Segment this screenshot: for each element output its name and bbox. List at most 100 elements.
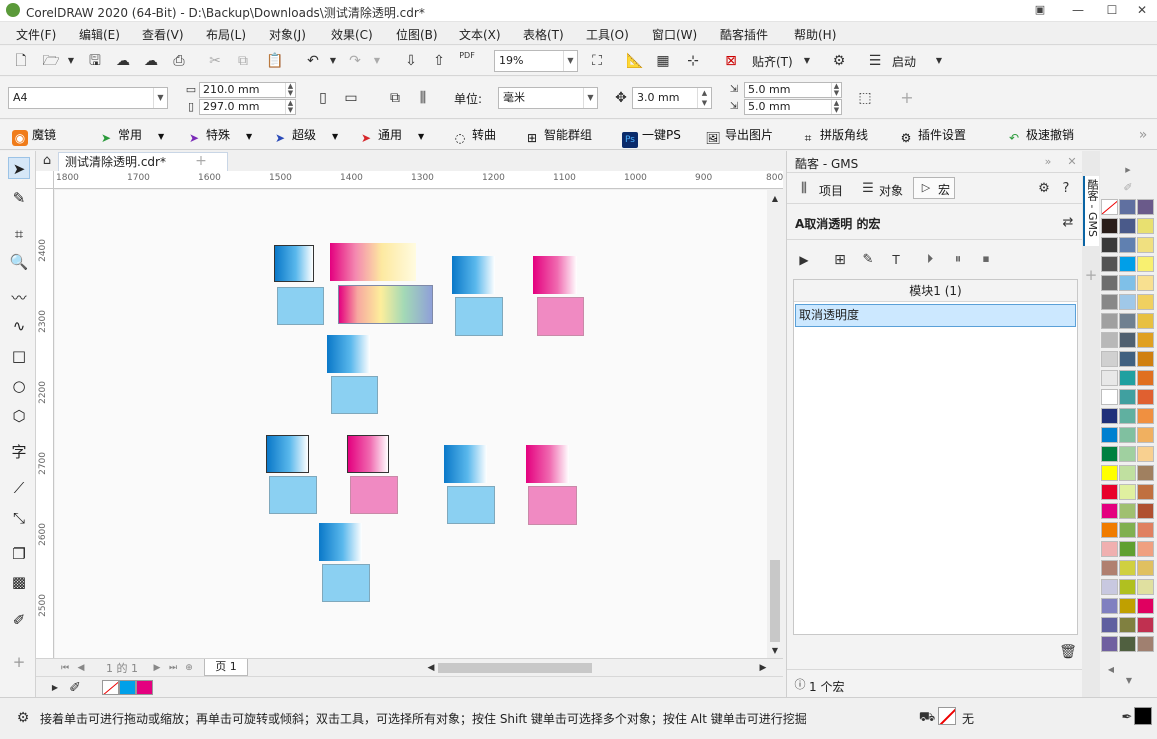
palette-swatch[interactable] [1119, 218, 1136, 234]
scroll-right-icon[interactable]: ▶ [754, 659, 772, 677]
palette-swatch[interactable] [1119, 522, 1136, 538]
plugin-super[interactable]: ➤ 超级 ▼ [272, 126, 338, 145]
docker-collapse-icon[interactable]: » [1039, 153, 1057, 171]
menu-file[interactable]: 文件(F) [16, 26, 56, 43]
gradient-rectangle[interactable] [274, 245, 314, 282]
palette-swatch[interactable] [1119, 275, 1136, 291]
cyan-swatch[interactable] [119, 680, 136, 695]
polygon-tool-icon[interactable]: ⬡ [8, 405, 30, 427]
rectangle[interactable] [269, 476, 317, 514]
palette-menu-icon[interactable]: ▶ [46, 679, 64, 697]
palette-swatch[interactable] [1137, 560, 1154, 576]
import-icon[interactable]: ⇩ [402, 52, 420, 70]
print-icon[interactable]: ⎙ [170, 52, 188, 70]
transparency-tool-icon[interactable]: ▩ [8, 571, 30, 593]
gradient-rectangle[interactable] [319, 523, 362, 561]
palette-swatch[interactable] [1137, 484, 1154, 500]
palette-swatch[interactable] [1137, 275, 1154, 291]
add-tab-icon[interactable]: + [192, 152, 210, 170]
open-dropdown-icon[interactable]: ▼ [62, 52, 80, 70]
menu-layout[interactable]: 布局(L) [206, 26, 246, 43]
cloud-upload-icon[interactable]: ☁ [114, 52, 132, 70]
parallel-dimension-icon[interactable]: ⟋ [8, 477, 30, 499]
palette-swatch[interactable] [1101, 446, 1118, 462]
palette-swatch[interactable] [1119, 313, 1136, 329]
plugin-convert-curves[interactable]: ◌ 转曲 [452, 126, 496, 145]
magenta-swatch[interactable] [136, 680, 153, 695]
palette-swatch[interactable] [1119, 427, 1136, 443]
palette-swatch[interactable] [1119, 446, 1136, 462]
spin-arrows-icon[interactable]: ▲ ▼ [697, 88, 711, 108]
no-color-swatch[interactable] [102, 680, 119, 695]
vertical-scrollbar[interactable]: ▲ ▼ [767, 190, 783, 658]
rectangle[interactable] [350, 476, 398, 514]
menu-table[interactable]: 表格(T) [523, 26, 564, 43]
status-gear-icon[interactable]: ⚙ [14, 709, 32, 727]
scroll-thumb[interactable] [770, 560, 780, 642]
full-screen-icon[interactable]: ⛶ [588, 52, 606, 70]
tab-macros[interactable]: ▷ 宏 [913, 177, 955, 199]
cloud-sync-icon[interactable]: ☁ [142, 52, 160, 70]
palette-swatch[interactable] [1137, 617, 1154, 633]
connector-tool-icon[interactable]: ⤡ [8, 507, 30, 529]
rectangle[interactable] [537, 297, 584, 336]
docker-side-tab[interactable]: 酷客 - GMS [1083, 176, 1099, 246]
palette-swatch[interactable] [1137, 598, 1154, 614]
rectangle[interactable] [447, 486, 495, 524]
menu-kuke-plugin[interactable]: 酷客插件 [720, 26, 768, 43]
add-page-icon[interactable]: ⊕ [180, 659, 198, 677]
palette-swatch[interactable] [1101, 313, 1118, 329]
menu-edit[interactable]: 编辑(E) [79, 26, 120, 43]
menu-object[interactable]: 对象(J) [269, 26, 306, 43]
palette-swatch[interactable] [1137, 256, 1154, 272]
menu-effects[interactable]: 效果(C) [331, 26, 373, 43]
plugin-settings[interactable]: ⚙ 插件设置 [898, 126, 966, 145]
palette-swatch[interactable] [1137, 237, 1154, 253]
palette-swatch[interactable] [1119, 199, 1136, 215]
palette-swatch[interactable] [1101, 522, 1118, 538]
palette-eyedropper-icon[interactable]: ✐ [1119, 179, 1137, 197]
vertical-ruler[interactable]: 2400230022002700260025002400 [36, 189, 54, 688]
palette-swatch[interactable] [1137, 332, 1154, 348]
plugin-common[interactable]: ➤ 常用 ▼ [98, 126, 164, 145]
launch-dropdown-icon[interactable]: ▼ [930, 52, 948, 70]
palette-swatch[interactable] [1137, 389, 1154, 405]
duplicate-distance-y-input[interactable]: 5.0 mm ▲ ▼ [744, 99, 842, 115]
gradient-rectangle[interactable] [526, 445, 569, 483]
palette-swatch[interactable] [1119, 579, 1136, 595]
menu-text[interactable]: 文本(X) [459, 26, 501, 43]
open-folder-icon[interactable]: 🗁 [42, 52, 60, 70]
palette-swatch[interactable] [1101, 332, 1118, 348]
palette-swatch[interactable] [1101, 294, 1118, 310]
palette-swatch[interactable] [1119, 541, 1136, 557]
plugin-smart-group[interactable]: ⊞ 智能群组 [524, 126, 592, 145]
palette-scroll-left-icon[interactable]: ◀ [1102, 661, 1120, 679]
rulers-icon[interactable]: 📐 [626, 52, 644, 70]
scroll-up-icon[interactable]: ▲ [766, 190, 784, 208]
tab-objects[interactable]: 对象 [879, 182, 903, 199]
fill-swatch[interactable] [938, 707, 956, 725]
add-icon[interactable]: + [898, 89, 916, 107]
plugin-one-key-ps[interactable]: Ps 一键PS [622, 126, 681, 148]
drawing-canvas[interactable] [55, 190, 767, 658]
add-tool-icon[interactable]: + [8, 651, 30, 673]
rectangle[interactable] [322, 564, 370, 602]
palette-swatch[interactable] [1119, 370, 1136, 386]
palette-swatch[interactable] [1101, 541, 1118, 557]
spin-arrows-icon[interactable]: ▲ ▼ [831, 83, 841, 97]
options-gear-icon[interactable]: ⚙ [830, 52, 848, 70]
menu-window[interactable]: 窗口(W) [652, 26, 697, 43]
plugin-general[interactable]: ➤ 通用 ▼ [358, 126, 424, 145]
palette-swatch[interactable] [1101, 408, 1118, 424]
crop-tool-icon[interactable]: ⌗ [8, 223, 30, 245]
page-width-input[interactable]: 210.0 mm ▲ ▼ [199, 82, 296, 98]
gradient-rectangle[interactable] [533, 256, 577, 294]
play-circle-icon[interactable]: ⏵ [921, 251, 939, 269]
gradient-rectangle[interactable] [444, 445, 487, 483]
palette-swatch[interactable] [1119, 617, 1136, 633]
undo-icon[interactable]: ↶ [304, 52, 322, 70]
palette-swatch[interactable] [1137, 541, 1154, 557]
plugin-magic-mirror[interactable]: ◉ 魔镜 [12, 126, 56, 146]
palette-swatch[interactable] [1137, 579, 1154, 595]
palette-swatch[interactable] [1137, 313, 1154, 329]
